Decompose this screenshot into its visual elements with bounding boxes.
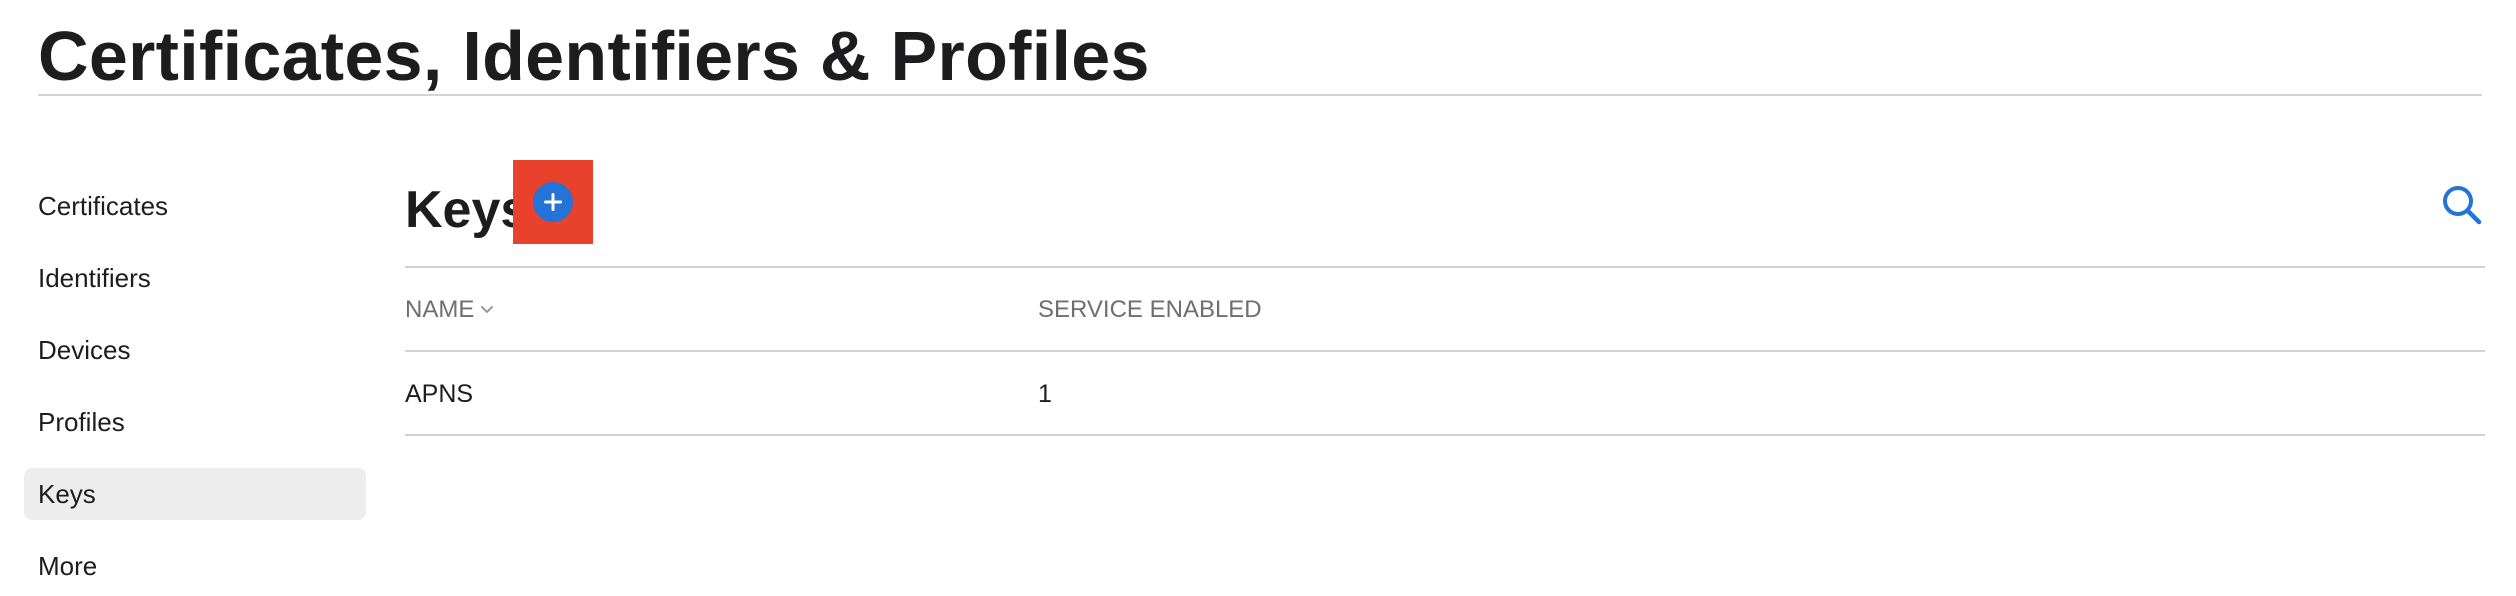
title-divider bbox=[38, 94, 2482, 96]
page: Certificates, Identifiers & Profiles Cer… bbox=[0, 0, 2516, 596]
sidebar-item-certificates[interactable]: Certificates bbox=[24, 180, 366, 232]
search-icon bbox=[2443, 186, 2482, 225]
cell-service-enabled: 1 bbox=[1038, 380, 1052, 408]
table-row[interactable]: APNS 1 bbox=[405, 352, 2485, 436]
sidebar: Certificates Identifiers Devices Profile… bbox=[24, 180, 366, 596]
chevron-down-icon bbox=[481, 306, 494, 313]
sidebar-item-devices[interactable]: Devices bbox=[24, 324, 366, 376]
sidebar-item-label: Devices bbox=[38, 334, 131, 365]
add-key-button[interactable] bbox=[513, 160, 593, 244]
section-header: Keys bbox=[405, 160, 2485, 268]
sidebar-item-label: Certificates bbox=[38, 190, 169, 221]
sidebar-item-label: Profiles bbox=[38, 406, 125, 437]
keys-table: NAME SERVICE ENABLED APNS 1 bbox=[405, 268, 2485, 436]
plus-circle-icon bbox=[533, 182, 573, 222]
sidebar-item-keys[interactable]: Keys bbox=[24, 468, 366, 520]
column-header-service-enabled: SERVICE ENABLED bbox=[1038, 296, 1262, 323]
page-title: Certificates, Identifiers & Profiles bbox=[38, 17, 1150, 95]
sidebar-item-label: More bbox=[38, 550, 98, 581]
search-button[interactable] bbox=[2439, 182, 2485, 228]
column-header-name[interactable]: NAME bbox=[405, 296, 494, 324]
main-content: Keys NAME SERVICE ENABLED APNS 1 bbox=[405, 160, 2485, 436]
sidebar-item-identifiers[interactable]: Identifiers bbox=[24, 252, 366, 304]
sidebar-item-label: Identifiers bbox=[38, 262, 151, 293]
column-header-label: NAME bbox=[405, 296, 475, 323]
sidebar-item-label: Keys bbox=[38, 478, 96, 509]
sidebar-item-more[interactable]: More bbox=[24, 540, 366, 592]
section-title: Keys bbox=[405, 181, 530, 239]
table-header: NAME SERVICE ENABLED bbox=[405, 268, 2485, 352]
cell-name: APNS bbox=[405, 380, 474, 408]
sidebar-item-profiles[interactable]: Profiles bbox=[24, 396, 366, 448]
